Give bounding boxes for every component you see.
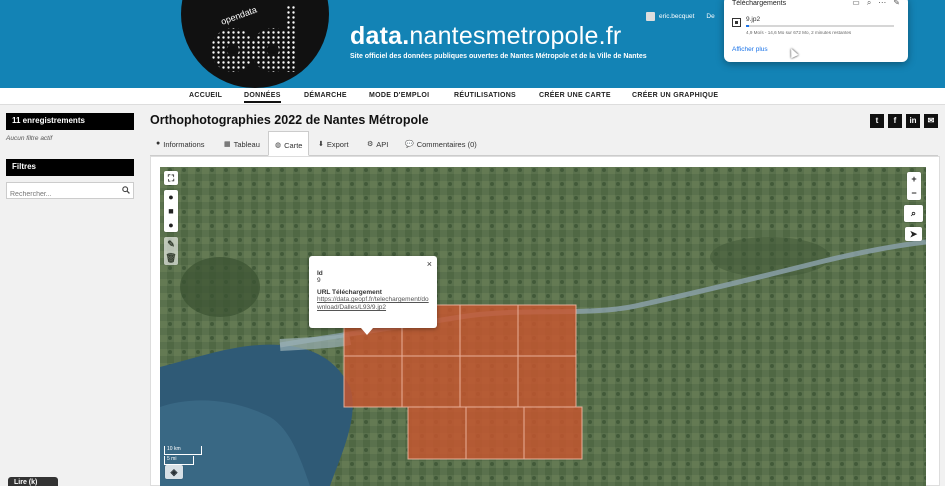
facebook-icon[interactable]: f: [888, 114, 902, 128]
close-icon[interactable]: ×: [427, 259, 432, 269]
draw-circle-icon[interactable]: ●: [164, 190, 178, 204]
download-progress-fill: [746, 25, 749, 27]
edit-tools[interactable]: ✎ 🗑: [164, 237, 178, 265]
nav-accueil[interactable]: ACCUEIL: [189, 92, 222, 99]
draw-square-icon[interactable]: ■: [164, 204, 178, 218]
draw-tools[interactable]: ● ■ ●: [164, 190, 178, 232]
download-status: 4,9 Mo/s - 14,6 Mo sur 672 Mo, 2 minutes…: [746, 30, 852, 35]
fullscreen-button[interactable]: ⛶: [164, 171, 178, 185]
popup-id-value: 9: [317, 277, 321, 284]
twitter-icon[interactable]: t: [870, 114, 884, 128]
search-icon[interactable]: [122, 186, 130, 194]
map-view[interactable]: [160, 167, 926, 486]
info-icon: ●: [156, 140, 161, 147]
delete-icon[interactable]: 🗑: [164, 251, 178, 265]
search-icon: ⌕: [910, 208, 917, 218]
locate-button[interactable]: ➤: [905, 227, 922, 241]
username: eric.becquet: [659, 13, 695, 20]
popup-url-label: URL Téléchargement: [317, 289, 382, 296]
nav-reutilisations[interactable]: RÉUTILISATIONS: [454, 92, 516, 99]
nav-creer-carte[interactable]: CRÉER UNE CARTE: [539, 92, 611, 99]
search-icon[interactable]: ⌕: [867, 0, 871, 8]
dataset-tabs: ● Informations ▦ Tableau ◍ Carte ⬇ Export ⚙ A…: [150, 131, 938, 156]
file-icon: [732, 18, 741, 27]
comments-icon: 💬: [405, 141, 414, 148]
site-subtitle: Site officiel des données publiques ouve…: [350, 53, 647, 60]
site-title[interactable]: data.nantesmetropole.fr: [350, 22, 621, 51]
table-icon: ▦: [224, 141, 231, 148]
nav-creer-graphique[interactable]: CRÉER UN GRAPHIQUE: [632, 92, 718, 99]
edit-icon[interactable]: ✎: [164, 237, 178, 251]
filter-search: [6, 182, 134, 202]
download-icon: ⬇: [318, 141, 324, 148]
tab-tableau[interactable]: ▦ Tableau: [224, 131, 260, 156]
show-more-link[interactable]: Afficher plus: [732, 46, 768, 53]
layers-icon: ◈: [170, 467, 178, 477]
downloads-popup: Téléchargements ▭ ⌕ ⋯ ✎ 9.jp2 4,9 Mo/s -…: [724, 0, 908, 62]
map-search-button[interactable]: ⌕: [904, 205, 923, 222]
read-tab[interactable]: Lire (k): [8, 477, 58, 486]
tab-commentaires[interactable]: 💬 Commentaires (0): [405, 131, 477, 156]
tab-informations[interactable]: ● Informations: [156, 131, 205, 156]
nav-donnees[interactable]: DONNÉES: [244, 92, 281, 103]
zoom-control: + −: [907, 172, 921, 200]
folder-icon[interactable]: ▭: [852, 0, 860, 8]
email-icon[interactable]: ✉: [924, 114, 938, 128]
fullscreen-icon: ⛶: [167, 173, 175, 183]
filter-search-input[interactable]: [7, 187, 117, 202]
logo-text: opendata: [219, 4, 258, 26]
zoom-out-button[interactable]: −: [907, 186, 921, 200]
popup-id-label: Id: [317, 270, 323, 277]
downloads-title: Téléchargements: [732, 0, 787, 7]
popup-download-link[interactable]: https://data.geopf.fr/telechargement/dow…: [317, 296, 429, 313]
filter-note: Aucun filtre actif: [6, 135, 53, 142]
satellite-map[interactable]: [160, 167, 926, 486]
user-extra: De: [706, 13, 715, 20]
tab-export[interactable]: ⬇ Export: [318, 131, 349, 156]
draw-point-icon[interactable]: ●: [164, 218, 178, 232]
more-icon[interactable]: ⋯: [878, 0, 886, 8]
download-progress: [746, 25, 894, 27]
gears-icon: ⚙: [367, 141, 374, 148]
tab-carte[interactable]: ◍ Carte: [268, 131, 310, 156]
tile-polygon[interactable]: [408, 407, 582, 459]
main-nav: ACCUEIL DONNÉES DÉMARCHE MODE D'EMPLOI R…: [0, 88, 945, 105]
sidebar: 11 enregistrements Aucun filtre actif Fi…: [0, 106, 140, 486]
globe-icon: ◍: [275, 142, 282, 149]
linkedin-icon[interactable]: in: [906, 114, 920, 128]
scale-km: 10 km: [164, 446, 202, 455]
user-menu[interactable]: eric.becquet De: [646, 12, 715, 21]
opendata-logo[interactable]: opendata: [181, 0, 329, 88]
records-count: 11 enregistrements: [6, 113, 134, 130]
tab-api[interactable]: ⚙ API: [367, 131, 388, 156]
pin-icon[interactable]: ✎: [893, 0, 900, 8]
feature-popup: × Id 9 URL Téléchargement https://data.g…: [309, 256, 437, 335]
layers-button[interactable]: ◈: [165, 465, 183, 479]
user-avatar: [646, 12, 655, 21]
locate-arrow-icon: ➤: [909, 229, 918, 239]
page-title: Orthophotographies 2022 de Nantes Métrop…: [150, 113, 429, 127]
nav-mode-emploi[interactable]: MODE D'EMPLOI: [369, 92, 429, 99]
zoom-in-button[interactable]: +: [907, 172, 921, 186]
filters-title: Filtres: [6, 159, 134, 176]
scale-mi: 5 mi: [164, 456, 194, 465]
download-filename[interactable]: 9.jp2: [746, 16, 760, 23]
nav-demarche[interactable]: DÉMARCHE: [304, 92, 347, 99]
